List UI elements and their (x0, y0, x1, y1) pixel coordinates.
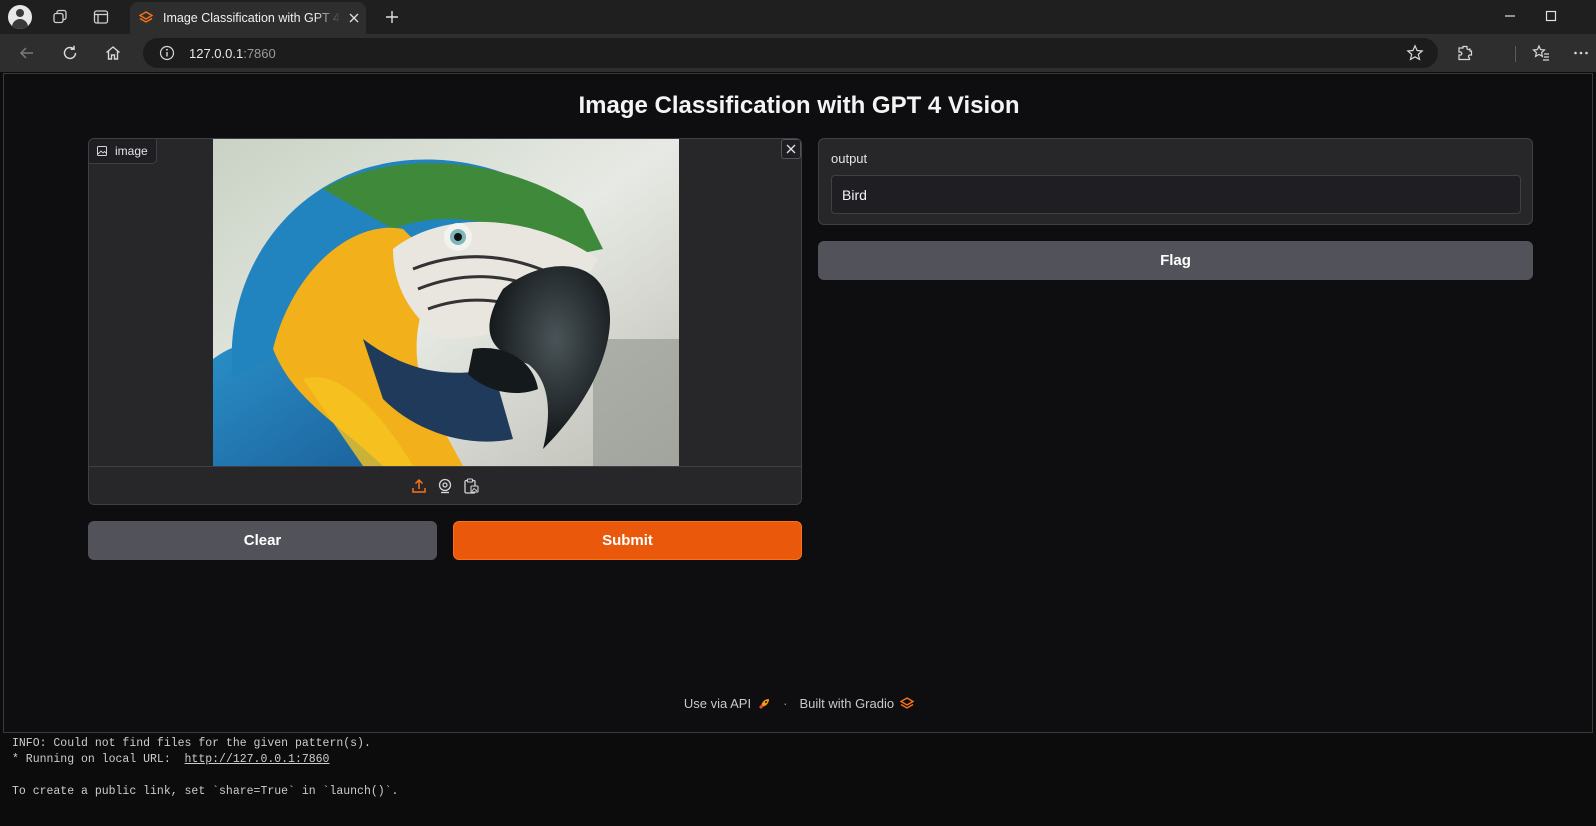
browser-tab-bar: Image Classification with GPT 4 Vision (0, 0, 1596, 34)
close-tab-icon[interactable] (347, 11, 361, 25)
extensions-icon[interactable] (1452, 41, 1478, 65)
output-panel: output Bird (818, 138, 1533, 225)
image-source-toolbar (89, 466, 801, 504)
flag-button[interactable]: Flag (818, 241, 1533, 280)
console-line-url: * Running on local URL: http://127.0.0.1… (12, 753, 330, 766)
tab-active[interactable]: Image Classification with GPT 4 Vision (130, 2, 366, 34)
parrot-photo (213, 139, 679, 466)
image-preview-area[interactable] (89, 139, 801, 466)
browser-nav-bar: 127.0.0.1:7860 (0, 34, 1596, 72)
page-title: Image Classification with GPT 4 Vision (578, 92, 1020, 119)
page-footer: Use via API · Built with Gradio (4, 696, 1594, 711)
rocket-icon (757, 697, 771, 711)
clear-button[interactable]: Clear (88, 521, 437, 560)
local-url-link[interactable]: http://127.0.0.1:7860 (185, 753, 330, 766)
favorite-star-icon[interactable] (1406, 44, 1424, 62)
url-text: 127.0.0.1:7860 (189, 45, 276, 61)
upload-icon[interactable] (411, 478, 427, 494)
built-with-gradio-link[interactable]: Built with Gradio (799, 696, 894, 711)
workspaces-icon[interactable] (47, 5, 73, 29)
more-options-icon[interactable] (1568, 41, 1594, 65)
page-viewport: Image Classification with GPT 4 Vision i… (3, 73, 1593, 733)
console-line-info: INFO: Could not find files for the given… (12, 737, 371, 750)
use-via-api-link[interactable]: Use via API (684, 696, 751, 711)
gradio-favicon-icon (139, 11, 153, 25)
console-line-share: To create a public link, set `share=True… (12, 785, 399, 798)
toolbar-separator (1515, 46, 1516, 62)
minimize-icon[interactable] (1500, 6, 1520, 26)
maximize-icon[interactable] (1541, 6, 1561, 26)
clear-image-icon[interactable] (781, 139, 801, 159)
tab-title: Image Classification with GPT 4 Vision (163, 11, 341, 25)
image-input-label: image (89, 139, 157, 164)
home-icon[interactable] (100, 41, 126, 65)
new-tab-button[interactable] (381, 6, 403, 28)
address-bar[interactable]: 127.0.0.1:7860 (143, 38, 1438, 68)
gradio-logo-icon (900, 696, 915, 711)
profile-avatar-icon[interactable] (8, 5, 32, 29)
tab-actions-icon[interactable] (88, 5, 114, 29)
footer-separator: · (783, 696, 788, 711)
clipboard-icon[interactable] (463, 477, 479, 494)
image-icon (97, 146, 107, 156)
refresh-icon[interactable] (57, 41, 83, 65)
favorites-icon[interactable] (1528, 41, 1554, 65)
output-label: output (831, 151, 868, 166)
submit-button[interactable]: Submit (453, 521, 802, 560)
terminal-output: INFO: Could not find files for the given… (0, 735, 1596, 826)
back-icon[interactable] (14, 41, 40, 65)
webcam-icon[interactable] (437, 478, 453, 494)
image-input-panel[interactable]: image (88, 138, 802, 505)
site-info-icon[interactable] (159, 45, 175, 61)
image-label-text: image (115, 144, 148, 158)
output-textbox[interactable]: Bird (831, 175, 1521, 214)
